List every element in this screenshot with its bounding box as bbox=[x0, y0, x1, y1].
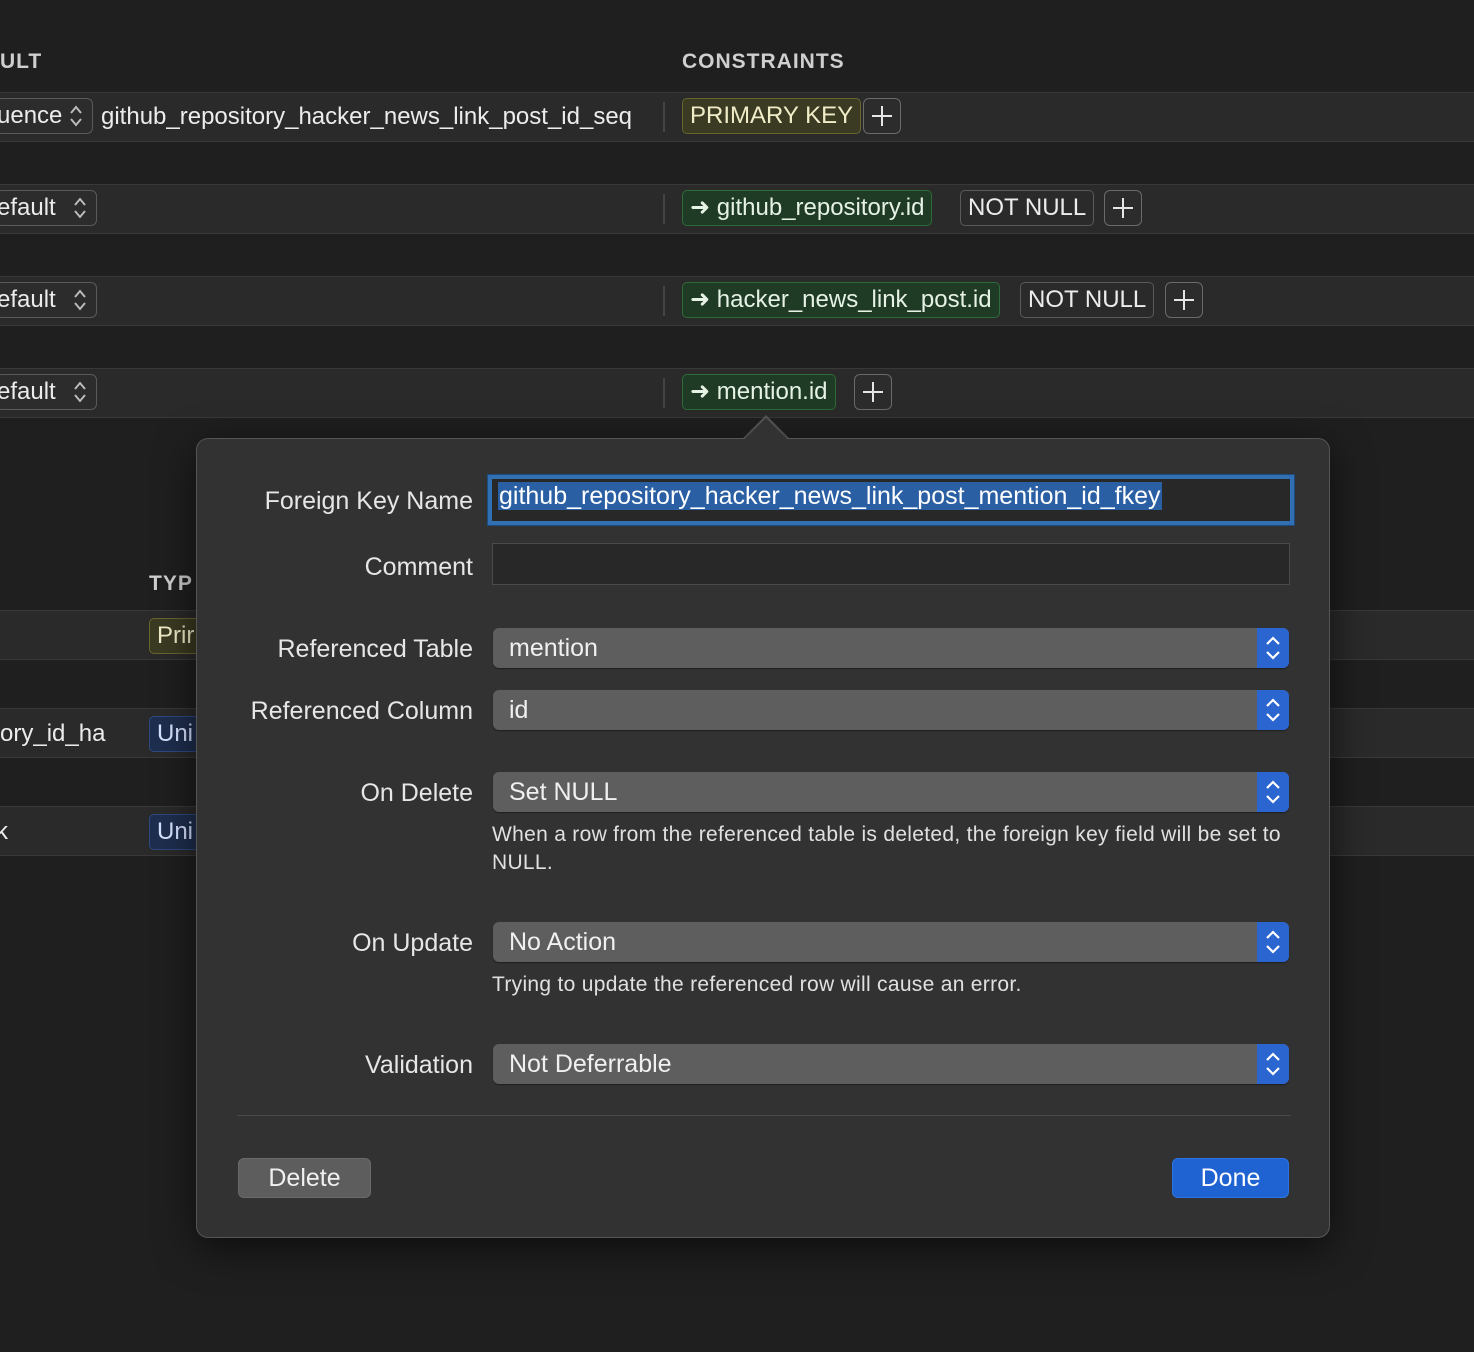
default-column-header: ULT bbox=[0, 50, 43, 73]
up-down-arrows-icon bbox=[74, 197, 86, 219]
comment-label: Comment bbox=[364, 553, 473, 581]
default-value-text[interactable]: github_repository_hacker_news_link_post_… bbox=[101, 103, 632, 131]
add-constraint-button[interactable] bbox=[1104, 190, 1142, 226]
on-update-select[interactable]: No Action bbox=[493, 922, 1289, 962]
up-down-arrows-icon bbox=[74, 381, 86, 403]
popover-divider bbox=[237, 1115, 1291, 1116]
default-type-label: efault bbox=[0, 378, 56, 405]
popover-arrow-fill bbox=[744, 418, 788, 440]
type-column-header: TYP bbox=[149, 572, 193, 595]
validation-value: Not Deferrable bbox=[509, 1050, 672, 1078]
foreign-key-popover: Foreign Key Name github_repository_hacke… bbox=[196, 438, 1330, 1238]
add-constraint-button[interactable] bbox=[863, 98, 901, 134]
primary-key-chip[interactable]: PRIMARY KEY bbox=[682, 98, 862, 134]
add-constraint-button[interactable] bbox=[1165, 282, 1203, 318]
constraints-column-header: CONSTRAINTS bbox=[682, 50, 845, 73]
referenced-table-select[interactable]: mention bbox=[493, 628, 1289, 668]
default-type-popup[interactable]: uence bbox=[0, 98, 93, 134]
index-type-chip[interactable]: Uni bbox=[149, 814, 202, 850]
index-type-chip[interactable]: Prir bbox=[149, 618, 203, 654]
fk-name-value: github_repository_hacker_news_link_post_… bbox=[498, 482, 1162, 510]
on-update-label: On Update bbox=[352, 929, 473, 957]
select-arrows-icon bbox=[1257, 690, 1289, 730]
default-type-popup[interactable]: efault bbox=[0, 282, 97, 318]
default-type-popup[interactable]: efault bbox=[0, 374, 97, 410]
comment-field[interactable] bbox=[492, 543, 1290, 585]
index-type-chip[interactable]: Uni bbox=[149, 716, 202, 752]
fk-name-field[interactable]: github_repository_hacker_news_link_post_… bbox=[488, 475, 1294, 525]
default-type-popup[interactable]: efault bbox=[0, 190, 97, 226]
column-divider bbox=[663, 378, 665, 408]
default-type-label: efault bbox=[0, 286, 56, 313]
select-arrows-icon bbox=[1257, 922, 1289, 962]
column-divider bbox=[663, 286, 665, 316]
up-down-arrows-icon bbox=[74, 289, 86, 311]
select-arrows-icon bbox=[1257, 628, 1289, 668]
on-delete-help: When a row from the referenced table is … bbox=[492, 823, 1281, 874]
referenced-column-label: Referenced Column bbox=[250, 697, 473, 725]
validation-select[interactable]: Not Deferrable bbox=[493, 1044, 1289, 1084]
delete-button[interactable]: Delete bbox=[238, 1158, 371, 1198]
foreign-key-chip[interactable]: ➜ hacker_news_link_post.id bbox=[682, 282, 1000, 318]
on-delete-value: Set NULL bbox=[509, 778, 618, 806]
up-down-arrows-icon bbox=[70, 105, 82, 127]
select-arrows-icon bbox=[1257, 772, 1289, 812]
referenced-column-select[interactable]: id bbox=[493, 690, 1289, 730]
default-type-label: uence bbox=[0, 102, 63, 129]
foreign-key-chip[interactable]: ➜ mention.id bbox=[682, 374, 836, 410]
on-delete-label: On Delete bbox=[360, 779, 473, 807]
select-arrows-icon bbox=[1257, 1044, 1289, 1084]
done-button[interactable]: Done bbox=[1172, 1158, 1289, 1198]
referenced-column-value: id bbox=[509, 696, 529, 724]
on-update-value: No Action bbox=[509, 928, 617, 956]
column-divider bbox=[663, 194, 665, 224]
index-name[interactable]: ory_id_ha bbox=[0, 720, 105, 748]
default-type-label: efault bbox=[0, 194, 56, 221]
column-divider bbox=[663, 102, 665, 132]
foreign-key-chip[interactable]: ➜ github_repository.id bbox=[682, 190, 933, 226]
referenced-table-value: mention bbox=[509, 634, 598, 662]
not-null-chip[interactable]: NOT NULL bbox=[1020, 282, 1155, 318]
on-update-help: Trying to update the referenced row will… bbox=[492, 973, 1022, 996]
on-delete-select[interactable]: Set NULL bbox=[493, 772, 1289, 812]
add-constraint-button[interactable] bbox=[854, 374, 892, 410]
validation-label: Validation bbox=[365, 1051, 473, 1079]
referenced-table-label: Referenced Table bbox=[277, 635, 473, 663]
index-name[interactable]: k bbox=[0, 818, 8, 846]
not-null-chip[interactable]: NOT NULL bbox=[960, 190, 1095, 226]
fk-name-label: Foreign Key Name bbox=[264, 487, 473, 515]
